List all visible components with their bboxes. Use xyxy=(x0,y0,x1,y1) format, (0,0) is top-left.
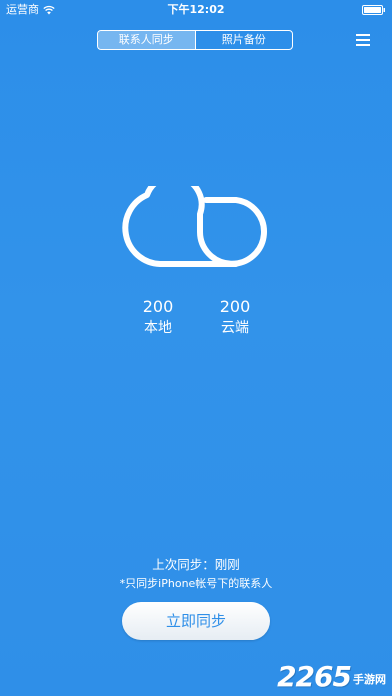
cloud-icon xyxy=(122,186,267,267)
sync-mode-tabs: 联系人同步 照片备份 xyxy=(97,30,293,50)
cloud-count-value: 200 xyxy=(219,297,251,316)
local-count-value: 200 xyxy=(142,297,174,316)
local-count: 200 本地 xyxy=(128,296,188,338)
cloud-count: 200 云端 xyxy=(205,296,265,338)
sync-note-text: *只同步iPhone帐号下的联系人 xyxy=(119,577,273,590)
watermark-text: 手游网 xyxy=(353,673,386,686)
tab-contacts-sync[interactable]: 联系人同步 xyxy=(98,31,195,49)
battery-icon xyxy=(362,5,385,15)
menu-icon[interactable] xyxy=(356,34,370,46)
cloud-count-label: 云端 xyxy=(221,320,249,336)
local-count-label: 本地 xyxy=(144,320,172,336)
app-screen: 运营商 下午12:02 联系人同步 照片备份 200 本地 200 云端 上次同… xyxy=(0,0,392,696)
watermark-logo: 2265 手游网 xyxy=(277,662,386,692)
last-sync-text: 上次同步：刚刚 xyxy=(152,557,240,572)
status-bar: 运营商 下午12:02 xyxy=(0,0,392,20)
watermark-number: 2265 xyxy=(277,660,352,693)
tab-photo-backup[interactable]: 照片备份 xyxy=(194,31,293,49)
sync-now-button[interactable]: 立即同步 xyxy=(122,602,270,640)
status-time: 下午12:02 xyxy=(167,3,225,16)
